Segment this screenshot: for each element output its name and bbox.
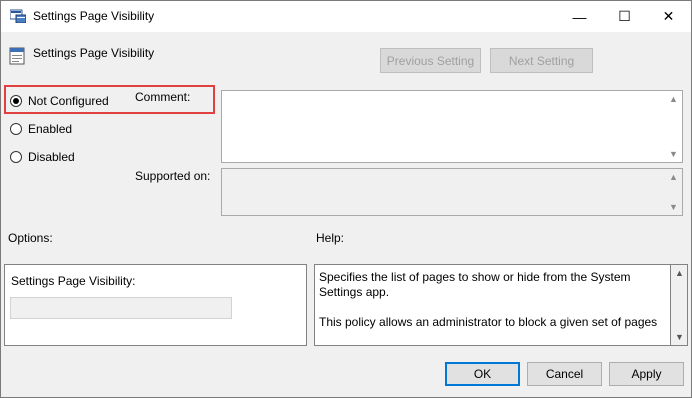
supported-on-box: ▲ ▼ — [221, 168, 683, 216]
cancel-button[interactable]: Cancel — [527, 362, 602, 386]
policy-setting-icon — [9, 47, 25, 65]
radio-disabled[interactable]: Disabled — [10, 148, 75, 166]
comment-label: Comment: — [135, 90, 191, 104]
window-title: Settings Page Visibility — [33, 9, 155, 23]
apply-button[interactable]: Apply — [609, 362, 684, 386]
radio-circle[interactable] — [10, 151, 22, 163]
help-paragraph-1: Specifies the list of pages to show or h… — [319, 270, 631, 299]
radio-circle-selected[interactable] — [10, 95, 22, 107]
help-heading: Help: — [316, 231, 345, 245]
scroll-up-icon[interactable]: ▲ — [665, 170, 682, 184]
settings-page-visibility-label: Settings Page Visibility: — [11, 274, 136, 288]
settings-page-visibility-input[interactable] — [10, 297, 232, 319]
scroll-up-icon[interactable]: ▲ — [671, 266, 688, 280]
scroll-up-icon[interactable]: ▲ — [665, 92, 682, 106]
radio-label-disabled: Disabled — [28, 150, 75, 164]
scroll-down-icon[interactable]: ▼ — [671, 330, 688, 344]
close-button[interactable]: ✕ — [646, 1, 691, 32]
comment-scrollbar[interactable]: ▲ ▼ — [665, 91, 682, 162]
maximize-button[interactable]: ☐ — [602, 1, 647, 32]
supported-on-label: Supported on: — [135, 169, 211, 183]
ok-button[interactable]: OK — [445, 362, 520, 386]
next-setting-button[interactable]: Next Setting — [490, 48, 593, 73]
group-policy-icon — [10, 9, 26, 23]
maximize-icon: ☐ — [618, 8, 631, 24]
radio-not-configured[interactable]: Not Configured — [10, 92, 109, 110]
supported-on-scrollbar[interactable]: ▲ ▼ — [665, 169, 682, 215]
settings-dialog: Settings Page Visibility — ☐ ✕ Settings … — [0, 0, 692, 398]
radio-label-not-configured: Not Configured — [28, 94, 109, 108]
help-text: Specifies the list of pages to show or h… — [319, 270, 659, 330]
radio-enabled[interactable]: Enabled — [10, 120, 72, 138]
radio-circle[interactable] — [10, 123, 22, 135]
comment-textbox[interactable]: ▲ ▼ — [221, 90, 683, 163]
previous-setting-button[interactable]: Previous Setting — [380, 48, 481, 73]
title-bar[interactable]: Settings Page Visibility — ☐ ✕ — [1, 1, 691, 32]
minimize-icon: — — [572, 8, 587, 25]
minimize-button[interactable]: — — [557, 1, 602, 32]
close-icon: ✕ — [662, 8, 675, 24]
scroll-down-icon[interactable]: ▼ — [665, 200, 682, 214]
policy-title: Settings Page Visibility — [33, 46, 155, 60]
options-heading: Options: — [8, 231, 53, 245]
help-paragraph-2: This policy allows an administrator to b… — [319, 315, 658, 329]
scroll-down-icon[interactable]: ▼ — [665, 147, 682, 161]
help-scrollbar[interactable]: ▲ ▼ — [670, 264, 688, 346]
radio-label-enabled: Enabled — [28, 122, 73, 136]
